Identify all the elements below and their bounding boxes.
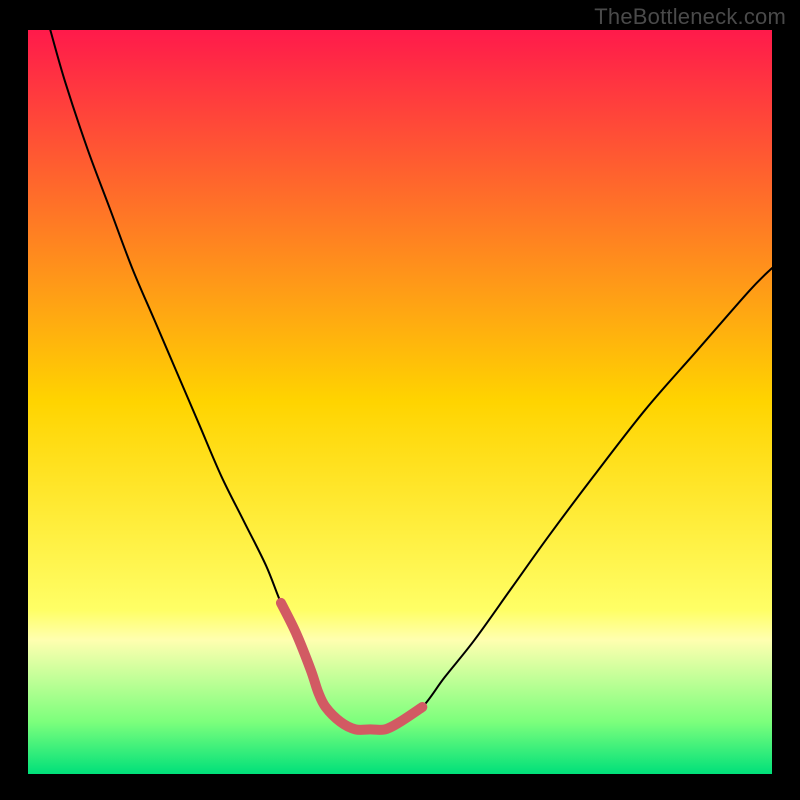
chart-svg	[0, 0, 800, 800]
watermark-label: TheBottleneck.com	[594, 4, 786, 30]
chart-frame: TheBottleneck.com	[0, 0, 800, 800]
chart-plot-bg	[28, 30, 772, 774]
